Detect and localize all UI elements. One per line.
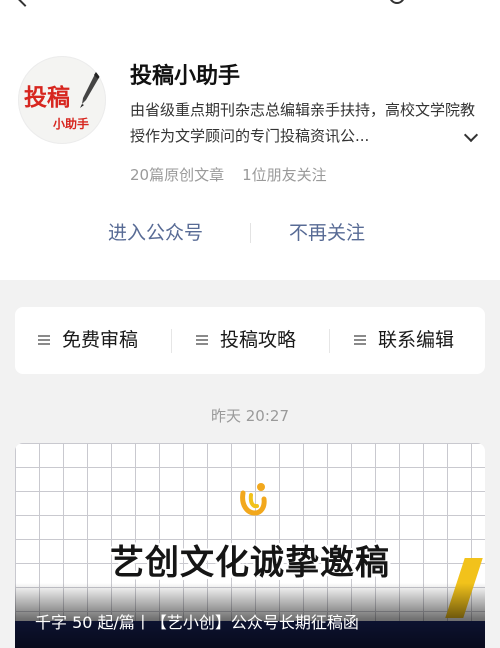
enter-account-button[interactable]: 进入公众号 [108,215,203,251]
yichuang-logo-icon [240,483,267,516]
fountain-pen-icon [80,72,100,108]
top-bar [0,0,500,8]
search-icon[interactable] [389,0,405,4]
account-profile-card: 投稿 小助手 投稿小助手 由省级重点期刊杂志总编辑亲手扶持，高校文学院教授作为文… [0,0,500,280]
action-divider [250,223,251,243]
account-actions: 进入公众号 不再关注 [0,215,500,251]
account-description[interactable]: 由省级重点期刊杂志总编辑亲手扶持，高校文学院教授作为文学顾问的专门投稿资讯公..… [130,97,476,149]
back-arrow-icon[interactable] [15,0,35,7]
menu-item-label: 免费审稿 [62,329,139,351]
article-title[interactable]: 千字 50 起/篇丨【艺小创】公众号长期征稿函 [35,609,475,633]
account-name: 投稿小助手 [130,64,241,89]
avatar-logo-text: 投稿 [24,84,70,111]
menu-item-free-review[interactable]: 免费审稿 [38,307,138,374]
message-timestamp: 昨天 20:27 [211,407,289,425]
menu-item-submission-guide[interactable]: 投稿攻略 [196,307,296,374]
menu-item-label: 投稿攻略 [220,329,297,351]
article-card[interactable]: 艺创文化诚挚邀稿 千字 50 起/篇丨【艺小创】公众号长期征稿函 [15,443,485,648]
friends-following-count[interactable]: 1位朋友关注 [242,166,327,184]
menu-item-label: 联系编辑 [378,329,455,351]
article-banner-text: 艺创文化诚挚邀稿 [110,543,390,583]
menu-divider [329,329,330,353]
account-stats: 20篇原创文章 1位朋友关注 [130,164,327,185]
unfollow-button[interactable]: 不再关注 [289,215,365,251]
hamburger-icon [354,335,366,345]
avatar[interactable]: 投稿 小助手 [18,56,106,144]
avatar-logo-subtext: 小助手 [53,117,90,131]
original-articles-count: 20篇原创文章 [130,166,225,184]
menu-item-contact-editor[interactable]: 联系编辑 [354,307,454,374]
hamburger-icon [196,335,208,345]
account-menu: 免费审稿 投稿攻略 联系编辑 [15,307,485,374]
hamburger-icon [38,335,50,345]
menu-divider [171,329,172,353]
